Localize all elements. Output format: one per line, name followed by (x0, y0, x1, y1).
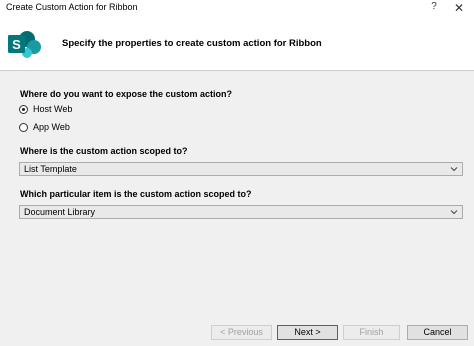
item-select[interactable]: Document Library (19, 205, 463, 219)
previous-button[interactable]: < Previous (211, 325, 272, 340)
radio-button-checked[interactable] (19, 104, 28, 114)
finish-button[interactable]: Finish (343, 325, 400, 340)
chevron-down-icon (450, 167, 458, 172)
expose-question: Where do you want to expose the custom a… (20, 89, 233, 99)
title-bar: Create Custom Action for Ribbon ? ✕ (0, 0, 474, 16)
item-select-value: Document Library (24, 207, 96, 217)
radio-label: Host Web (33, 104, 73, 114)
scope-select-value: List Template (24, 164, 77, 174)
window-title: Create Custom Action for Ribbon (6, 2, 138, 12)
close-button[interactable]: ✕ (452, 1, 466, 15)
radio-host-web[interactable]: Host Web (19, 104, 72, 114)
wizard-content: Where do you want to expose the custom a… (0, 71, 474, 318)
header-text: Specify the properties to create custom … (62, 38, 322, 49)
chevron-down-icon (450, 210, 458, 215)
scope-question: Where is the custom action scoped to? (20, 146, 188, 156)
button-bar: < Previous Next > Finish Cancel (0, 318, 474, 346)
scope-select[interactable]: List Template (19, 162, 463, 176)
cancel-button[interactable]: Cancel (407, 325, 468, 340)
wizard-header: S Specify the properties to create custo… (0, 16, 474, 71)
radio-app-web[interactable]: App Web (19, 122, 70, 132)
radio-label: App Web (33, 122, 70, 132)
item-question: Which particular item is the custom acti… (20, 189, 252, 199)
radio-button[interactable] (19, 122, 28, 132)
next-button[interactable]: Next > (277, 325, 338, 340)
sharepoint-icon: S (8, 31, 41, 58)
svg-text:S: S (12, 37, 21, 52)
help-button[interactable]: ? (428, 1, 440, 15)
